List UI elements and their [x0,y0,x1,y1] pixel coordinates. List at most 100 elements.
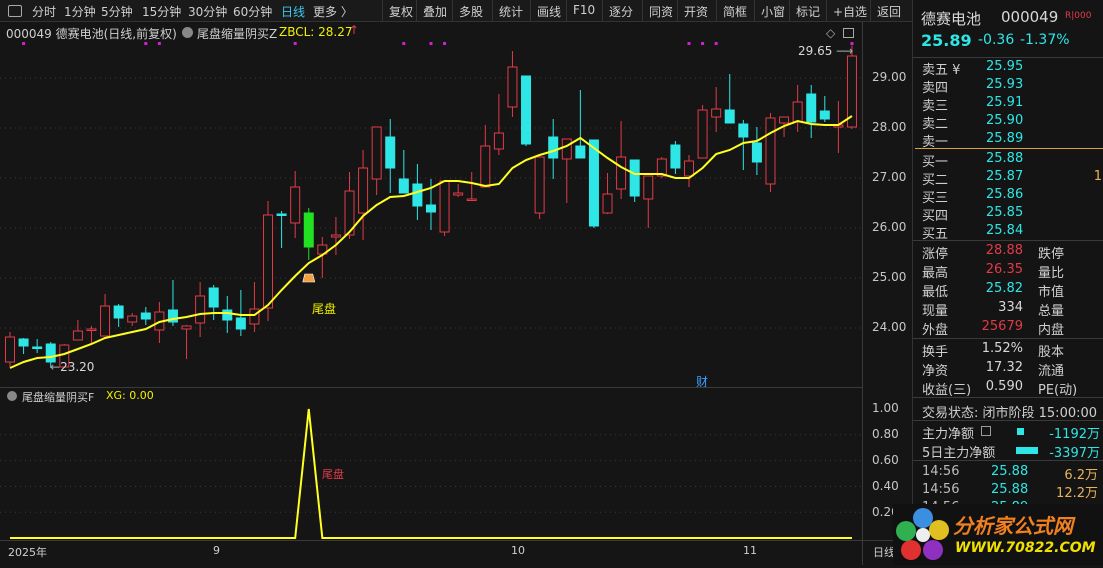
fundamental-row: 换手 1.52% 股本 [913,341,1103,360]
stat-value: 28.88 [985,243,1023,258]
signal-dot [157,42,161,45]
toolbar-button-12[interactable]: +自选 [826,0,873,22]
stat-label-2: 总量 [1038,304,1065,319]
candle [724,74,735,124]
toolbar-button-7[interactable]: 同资 [642,0,679,22]
indicator-chart[interactable] [0,388,912,540]
signal-dot [714,42,718,45]
list-icon[interactable] [981,426,991,436]
signal-dot [293,42,297,45]
toolbar-button-6[interactable]: 逐分 [602,0,639,22]
signal-dot [144,42,148,45]
indicator-axis-label: 0.60 [872,453,899,467]
ask-row: 卖一 25.89 [913,131,1103,150]
candle [276,211,287,248]
period-label[interactable]: 日线 [873,544,895,560]
bid-price: 25.85 [986,205,1024,220]
toolbar-button-9[interactable]: 简框 [716,0,753,22]
candle [330,217,341,255]
main-flow-row: 主力净额 -1192万 [913,423,1103,442]
price-change: -0.36 [978,32,1015,48]
tab-15min[interactable]: 15分钟 [142,3,181,20]
candle [398,150,409,194]
candle [453,184,464,197]
axis-divider [862,22,863,565]
lower-indicator-name[interactable]: 尾盘缩量阴买F [22,389,94,405]
indicator-axis-label: 0.40 [872,479,899,493]
toolbar-button-0[interactable]: 复权 [382,0,419,22]
candle [100,294,111,337]
lower-indicator-dropdown-icon[interactable] [7,391,17,401]
tab-fenshi[interactable]: 分时 [32,3,56,20]
toolbar-button-1[interactable]: 叠加 [416,0,453,22]
bid-row: 买三 25.86 [913,187,1103,206]
main-flow-value: -1192万 [1049,427,1100,442]
moving-average-line [9,115,853,369]
candle-body [303,212,314,248]
candle [602,173,613,214]
candle-body [181,325,192,330]
candle [5,332,15,367]
candle-body [18,338,29,347]
candle-body [616,156,627,190]
candle-body [195,295,206,324]
toolbar-button-2[interactable]: 多股 [452,0,489,22]
candle [806,85,817,138]
candle-body [222,309,233,321]
candle-body [697,109,708,159]
candle [792,85,803,132]
watermark-url: WWW.70822.COM [955,540,1096,556]
tab-1min[interactable]: 1分钟 [64,3,96,20]
time-label-year: 2025年 [8,546,47,559]
bid-price: 25.87 [986,169,1024,184]
fundamental-value: 0.590 [985,379,1023,394]
candle [208,285,219,320]
toolbar-button-10[interactable]: 小窗 [754,0,791,22]
tab-60min[interactable]: 60分钟 [233,3,272,20]
sidebar-toggle-icon[interactable] [8,5,22,17]
toolbar-button-4[interactable]: 画线 [530,0,567,22]
candle-body [602,193,613,214]
five-day-flow-label: 5日主力净额 [922,446,996,461]
tab-30min[interactable]: 30分钟 [188,3,227,20]
candle-body [140,312,151,320]
candlestick-chart[interactable] [0,22,912,388]
candle-body [548,136,559,159]
ask-row: 卖四 25.93 [913,77,1103,96]
stat-label: 涨停 [922,247,949,262]
tab-5min[interactable]: 5分钟 [101,3,133,20]
watermark-text: 分析家公式网 [953,514,1073,538]
period-toolbar: 分时 1分钟 5分钟 15分钟 30分钟 60分钟 日线 更多 〉 复权 叠加 多股… [0,0,912,22]
candle-body [507,66,518,108]
bid-price: 25.84 [986,223,1024,238]
candle-body [534,156,545,214]
toolbar-button-8[interactable]: 开资 [677,0,714,22]
stat-label-2: 跌停 [1038,247,1065,262]
tab-daily[interactable]: 日线 [281,3,305,20]
stat-value: 26.35 [985,262,1023,277]
toolbar-button-11[interactable]: 标记 [789,0,826,22]
signal-dot [443,42,447,45]
bid-row: 买五 25.84 [913,223,1103,242]
stat-row: 现量 334 总量 [913,300,1103,319]
toolbar-button-13[interactable]: 返回 [870,0,907,22]
candle-body [412,183,423,207]
tick-time: 14:56 [922,482,960,497]
candle [113,304,124,327]
tab-more[interactable]: 更多 〉 [313,3,353,20]
price-axis-label: 28.00 [872,120,907,134]
low-price-label: ←23.20 [50,360,95,374]
candle [507,51,518,117]
fundamental-label: 净资 [922,364,949,379]
candle-body [588,139,599,227]
candle [140,307,151,325]
price-axis-label: 27.00 [872,170,907,184]
toolbar-button-5[interactable]: F10 [566,0,601,22]
tick-volume: 6.2万 [1064,468,1098,483]
toolbar-button-3[interactable]: 统计 [492,0,529,22]
candle-body [493,132,504,150]
fundamental-row: 净资 17.32 流通 [913,360,1103,379]
candle-body [629,159,640,197]
stock-code: 000049 [1001,8,1059,26]
candle-body [100,305,111,337]
